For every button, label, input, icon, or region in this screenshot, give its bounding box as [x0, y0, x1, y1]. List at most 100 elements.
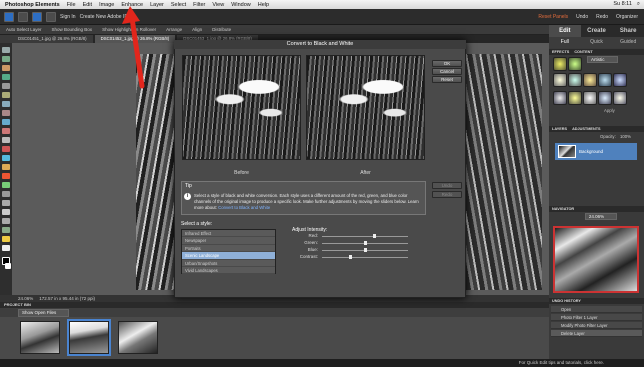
dialog-redo-button[interactable]: Redo [432, 191, 462, 198]
sponge-tool-icon[interactable] [2, 200, 10, 206]
show-bounding-box-checkbox[interactable]: Show Bounding Box [52, 27, 93, 32]
learn-more-link[interactable]: Convert to Black and White [218, 205, 270, 210]
effect-thumbnail[interactable] [553, 73, 567, 87]
red-eye-tool-icon[interactable] [2, 119, 10, 125]
effect-thumbnail[interactable] [568, 57, 582, 71]
clone-stamp-tool-icon[interactable] [2, 137, 10, 143]
hand-tool-icon[interactable] [2, 65, 10, 71]
opacity-value[interactable]: 100% [620, 134, 631, 139]
style-item[interactable]: Infrared Effect [182, 230, 275, 238]
effect-thumbnail[interactable] [583, 91, 597, 105]
tab-share[interactable]: Share [612, 25, 644, 37]
ok-button[interactable]: OK [432, 60, 462, 67]
menu-edit[interactable]: Edit [83, 2, 92, 8]
bin-thumbnail[interactable] [118, 321, 158, 354]
effect-thumbnail[interactable] [568, 73, 582, 87]
dialog-undo-button[interactable]: Undo [432, 182, 462, 189]
open-icon[interactable] [18, 11, 28, 22]
style-item[interactable]: Newspaper [182, 237, 275, 245]
slider-track[interactable] [322, 234, 408, 238]
effects-category-select[interactable]: Artistic [587, 56, 618, 63]
eyedropper-tool-icon[interactable] [2, 74, 10, 80]
spotlight-icon[interactable]: ⌕ [637, 1, 640, 8]
style-list[interactable]: Infrared Effect Newspaper Portraits Scen… [181, 229, 276, 275]
menu-file[interactable]: File [67, 2, 76, 8]
crop-tool-icon[interactable] [2, 218, 10, 224]
show-files-select[interactable]: Show Open Files [18, 308, 70, 317]
effect-thumbnail[interactable] [553, 91, 567, 105]
undo-button[interactable]: Undo [576, 14, 588, 20]
background-color-swatch[interactable] [5, 263, 11, 269]
history-item[interactable]: Modify Photo Filter Layer [551, 322, 642, 329]
navigator-preview[interactable] [553, 226, 639, 293]
eraser-tool-icon[interactable] [2, 146, 10, 152]
gradient-tool-icon[interactable] [2, 173, 10, 179]
reset-panels-button[interactable]: Reset Panels [538, 14, 568, 20]
text-tool-icon[interactable] [2, 209, 10, 215]
auto-select-layer-checkbox[interactable]: Auto Select Layer [6, 27, 42, 32]
brush-tool-icon[interactable] [2, 155, 10, 161]
blur-tool-icon[interactable] [2, 191, 10, 197]
effect-thumbnail[interactable] [613, 91, 627, 105]
tab-adjustments[interactable]: ADJUSTMENTS [572, 126, 600, 132]
effect-thumbnail[interactable] [553, 57, 567, 71]
arrange-menu[interactable]: Arrange [166, 27, 182, 32]
menu-window[interactable]: Window [231, 2, 251, 8]
recompose-tool-icon[interactable] [2, 227, 10, 233]
menu-view[interactable]: View [212, 2, 224, 8]
history-item[interactable]: Open [551, 306, 642, 313]
organizer-icon[interactable] [32, 11, 42, 22]
tab-edit[interactable]: Edit [549, 25, 581, 37]
style-item[interactable]: Portraits [182, 245, 275, 253]
style-item[interactable]: Vivid Landscapes [182, 267, 275, 275]
doc-tab[interactable]: DSC01451_1.jpg @ 26.8% (RGB/8) [12, 35, 93, 43]
slider-track[interactable] [322, 255, 408, 259]
tab-create[interactable]: Create [581, 25, 613, 37]
slider-track[interactable] [322, 241, 408, 245]
history-item[interactable]: Photo Filter 1 Layer [551, 314, 642, 321]
slider-track[interactable] [322, 248, 408, 252]
cancel-button[interactable]: Cancel [432, 68, 462, 75]
move-tool-icon[interactable] [2, 47, 10, 53]
effect-thumbnail[interactable] [598, 73, 612, 87]
selection-brush-tool-icon[interactable] [2, 110, 10, 116]
tab-quick[interactable]: Quick [581, 37, 613, 48]
app-menu[interactable]: Photoshop Elements [5, 2, 60, 8]
paint-bucket-tool-icon[interactable] [2, 164, 10, 170]
straighten-tool-icon[interactable] [2, 245, 10, 251]
cookie-cutter-tool-icon[interactable] [2, 236, 10, 242]
shape-tool-icon[interactable] [2, 182, 10, 188]
effect-thumbnail[interactable] [598, 91, 612, 105]
bin-thumbnail-selected[interactable] [67, 319, 111, 356]
tab-content[interactable]: CONTENT [574, 49, 592, 55]
align-menu[interactable]: Align [192, 27, 202, 32]
tab-layers[interactable]: LAYERS [552, 126, 567, 132]
tab-guided[interactable]: Guided [612, 37, 644, 48]
effect-thumbnail[interactable] [613, 73, 627, 87]
style-item-selected[interactable]: Scenic Landscape [182, 252, 275, 260]
tab-effects[interactable]: EFFECTS [552, 49, 569, 55]
layer-row-background[interactable]: Background [555, 143, 637, 160]
organizer-button[interactable]: Organizer [616, 14, 638, 20]
bin-thumbnail[interactable] [20, 321, 60, 354]
redo-button[interactable]: Redo [596, 14, 608, 20]
spot-healing-tool-icon[interactable] [2, 128, 10, 134]
signin-link[interactable]: Sign In [60, 14, 76, 20]
slider-knob[interactable] [372, 234, 376, 238]
style-item[interactable]: Urban/Snapshots [182, 260, 275, 267]
distribute-menu[interactable]: Distribute [212, 27, 231, 32]
screen-mode-icon[interactable] [46, 11, 56, 22]
effect-thumbnail[interactable] [583, 73, 597, 87]
slider-knob[interactable] [349, 255, 353, 259]
menu-select[interactable]: Select [171, 2, 186, 8]
effect-thumbnail[interactable] [568, 91, 582, 105]
history-item-selected[interactable]: Delete Layer [551, 330, 642, 337]
menu-help[interactable]: Help [258, 2, 269, 8]
magic-wand-tool-icon[interactable] [2, 101, 10, 107]
menu-filter[interactable]: Filter [193, 2, 205, 8]
bottom-hint-bar[interactable]: For Quick Edit tips and tutorials, click… [0, 359, 644, 367]
slider-knob[interactable] [364, 248, 367, 252]
lasso-tool-icon[interactable] [2, 92, 10, 98]
reset-button[interactable]: Reset [432, 76, 462, 83]
menu-image[interactable]: Image [99, 2, 114, 8]
